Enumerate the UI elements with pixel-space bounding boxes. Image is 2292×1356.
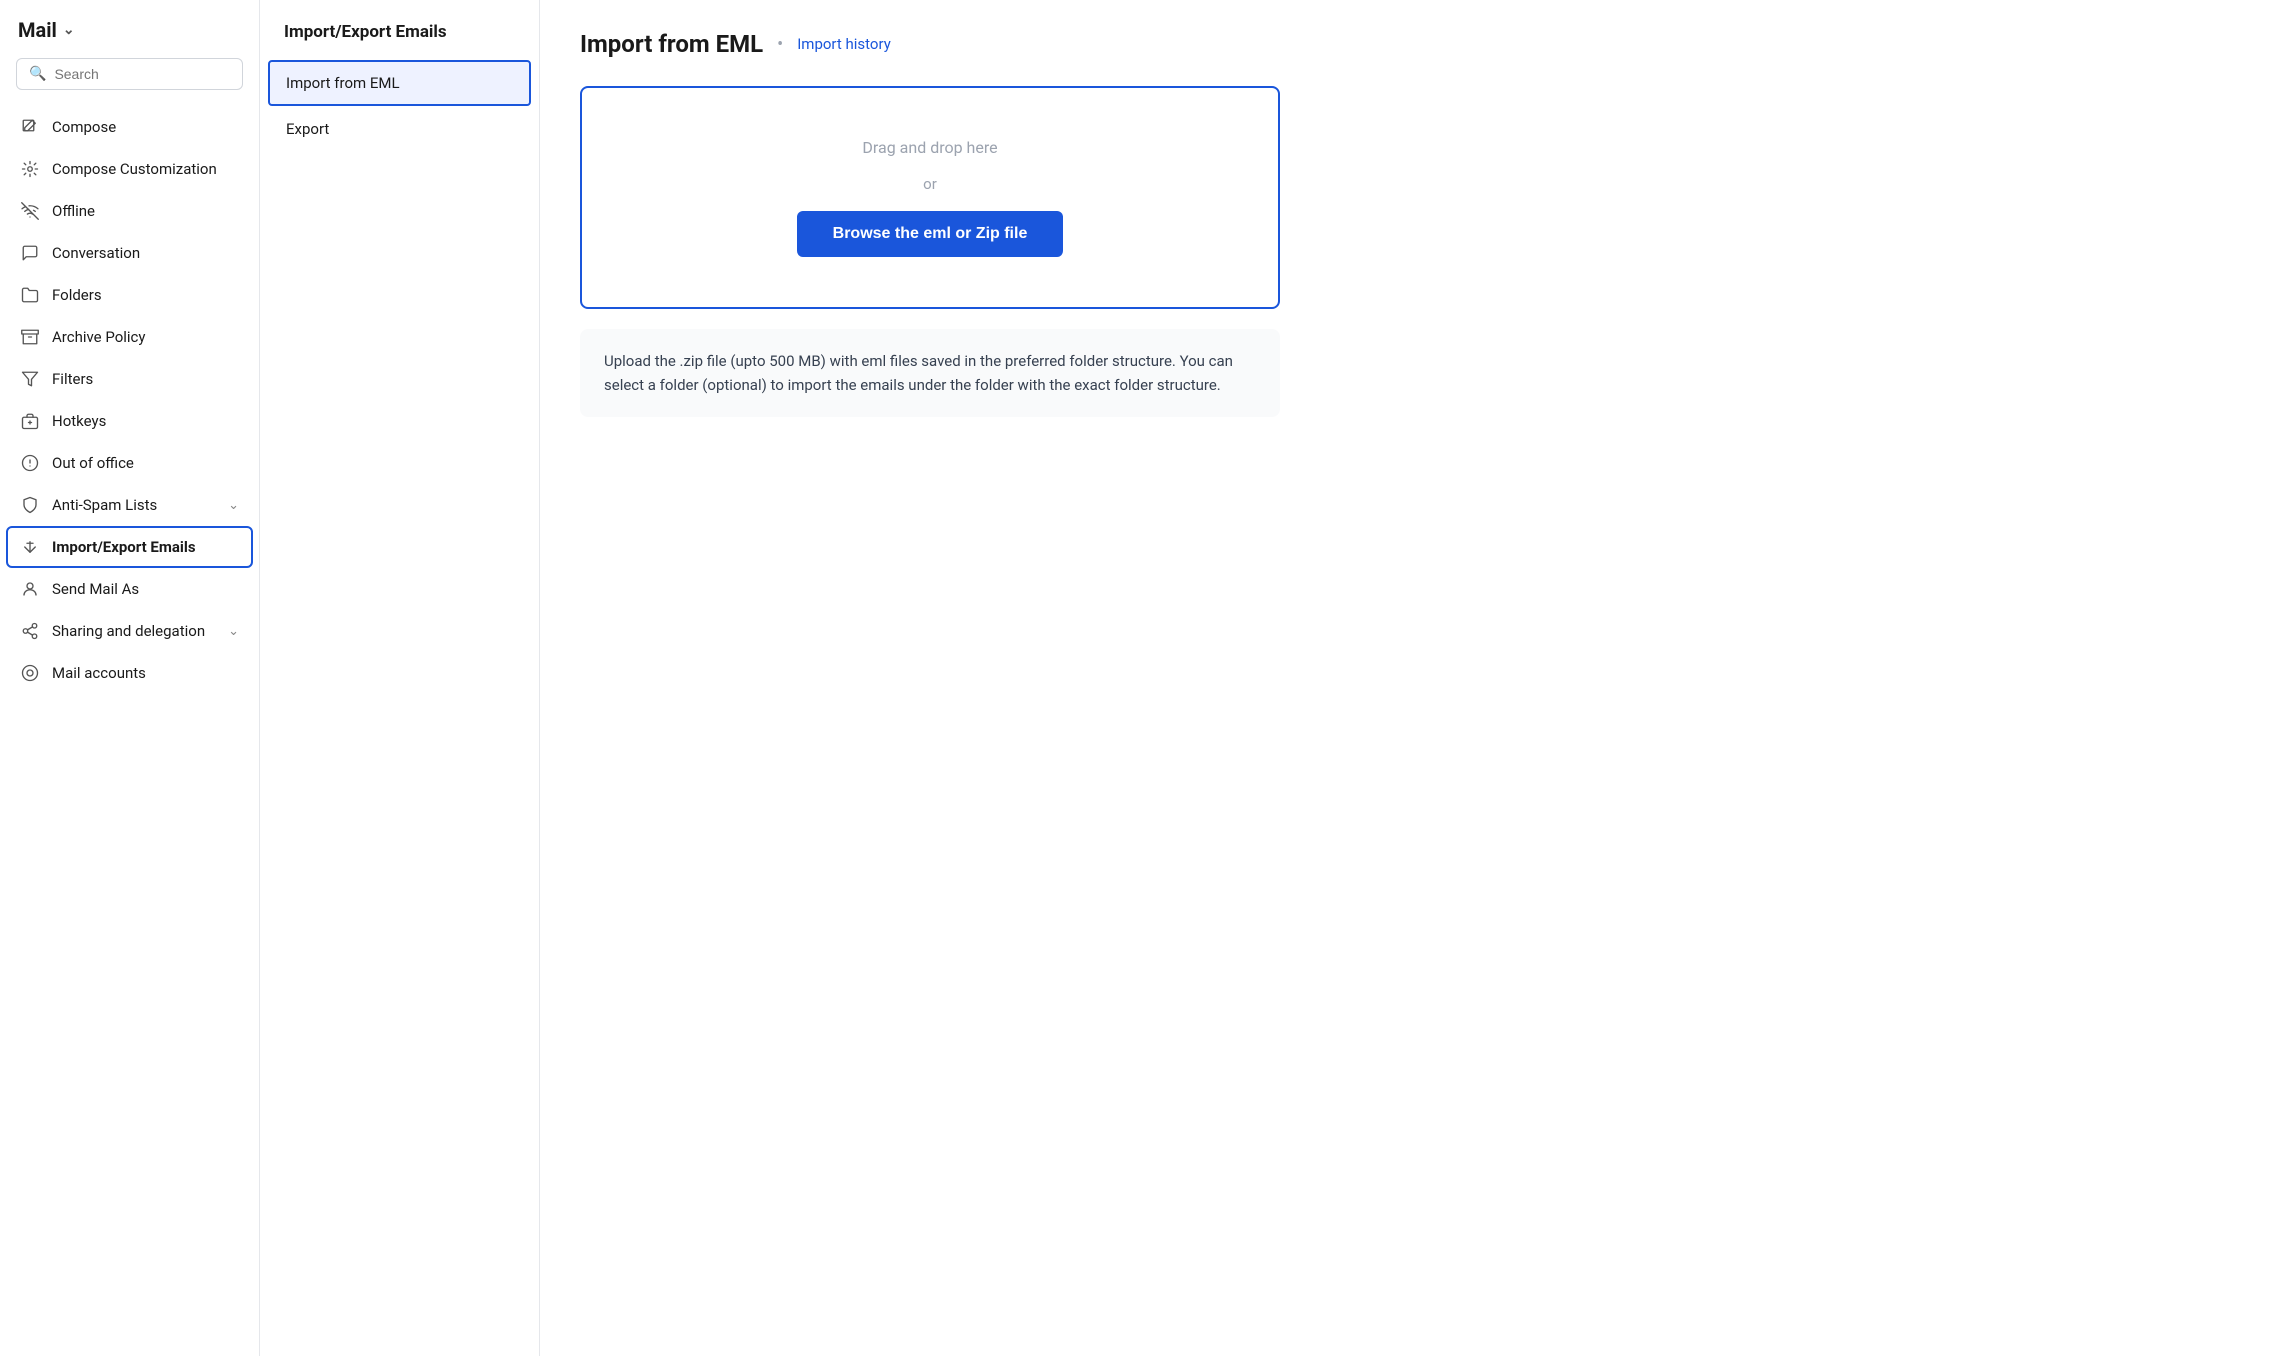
sharing-chevron: ⌄ (228, 624, 239, 639)
app-title[interactable]: Mail ⌄ (0, 18, 259, 58)
search-icon: 🔍 (29, 66, 46, 82)
folders-icon (20, 286, 40, 304)
sidebar-item-anti-spam[interactable]: Anti-Spam Lists ⌄ (0, 484, 259, 526)
app-title-chevron: ⌄ (63, 22, 75, 38)
search-input[interactable] (54, 66, 230, 82)
sidebar-label-conversation: Conversation (52, 244, 140, 262)
mail-accounts-icon (20, 664, 40, 682)
import-export-icon (20, 538, 40, 556)
sidebar-label-filters: Filters (52, 370, 93, 388)
sidebar-item-folders[interactable]: Folders (0, 274, 259, 316)
or-text: or (923, 175, 937, 193)
hotkeys-icon (20, 412, 40, 430)
sidebar-label-import-export: Import/Export Emails (52, 538, 196, 556)
sidebar-item-mail-accounts[interactable]: Mail accounts (0, 652, 259, 694)
sidebar-label-mail-accounts: Mail accounts (52, 664, 146, 682)
compose-custom-icon (20, 160, 40, 178)
sidebar-item-import-export[interactable]: Import/Export Emails (6, 526, 253, 568)
sidebar-item-hotkeys[interactable]: Hotkeys (0, 400, 259, 442)
filters-icon (20, 370, 40, 388)
sidebar-item-sharing-delegation[interactable]: Sharing and delegation ⌄ (0, 610, 259, 652)
main-content: Import from EML • Import history Drag an… (540, 0, 2292, 1356)
import-history-link[interactable]: Import history (797, 35, 891, 53)
sidebar-item-compose-customization[interactable]: Compose Customization (0, 148, 259, 190)
sidebar-label-sharing-delegation: Sharing and delegation (52, 622, 205, 640)
sidebar-label-hotkeys: Hotkeys (52, 412, 106, 430)
info-text: Upload the .zip file (upto 500 MB) with … (604, 349, 1256, 397)
compose-icon (20, 118, 40, 136)
sidebar-label-folders: Folders (52, 286, 102, 304)
sidebar-item-conversation[interactable]: Conversation (0, 232, 259, 274)
conversation-icon (20, 244, 40, 262)
drop-zone[interactable]: Drag and drop here or Browse the eml or … (580, 86, 1280, 309)
anti-spam-chevron: ⌄ (228, 498, 239, 513)
sidebar-item-archive-policy[interactable]: Archive Policy (0, 316, 259, 358)
middle-panel-title: Import/Export Emails (260, 22, 539, 60)
anti-spam-icon (20, 496, 40, 514)
sidebar-label-out-of-office: Out of office (52, 454, 134, 472)
sidebar-item-compose[interactable]: Compose (0, 106, 259, 148)
sidebar-item-filters[interactable]: Filters (0, 358, 259, 400)
sidebar-label-compose-customization: Compose Customization (52, 160, 217, 178)
middle-nav-export[interactable]: Export (260, 106, 539, 152)
sidebar: Mail ⌄ 🔍 Compose Compose Customization O… (0, 0, 260, 1356)
middle-panel: Import/Export Emails Import from EML Exp… (260, 0, 540, 1356)
sharing-icon (20, 622, 40, 640)
sidebar-label-offline: Offline (52, 202, 95, 220)
drag-drop-text: Drag and drop here (862, 138, 997, 157)
info-box: Upload the .zip file (upto 500 MB) with … (580, 329, 1280, 417)
app-title-text: Mail (18, 18, 57, 42)
separator: • (777, 34, 783, 55)
search-box[interactable]: 🔍 (16, 58, 243, 90)
sidebar-item-offline[interactable]: Offline (0, 190, 259, 232)
sidebar-item-out-of-office[interactable]: Out of office (0, 442, 259, 484)
sidebar-item-send-mail-as[interactable]: Send Mail As (0, 568, 259, 610)
send-mail-as-icon (20, 580, 40, 598)
middle-nav-export-label: Export (286, 120, 329, 138)
main-header: Import from EML • Import history (580, 30, 2252, 58)
middle-nav-import-eml-label: Import from EML (286, 74, 400, 92)
browse-button[interactable]: Browse the eml or Zip file (797, 211, 1064, 257)
middle-nav-import-eml[interactable]: Import from EML (268, 60, 531, 106)
sidebar-label-send-mail-as: Send Mail As (52, 580, 139, 598)
page-title: Import from EML (580, 30, 763, 58)
sidebar-label-archive-policy: Archive Policy (52, 328, 146, 346)
out-of-office-icon (20, 454, 40, 472)
offline-icon (20, 202, 40, 220)
sidebar-label-anti-spam: Anti-Spam Lists (52, 496, 157, 514)
archive-icon (20, 328, 40, 346)
sidebar-label-compose: Compose (52, 118, 116, 136)
